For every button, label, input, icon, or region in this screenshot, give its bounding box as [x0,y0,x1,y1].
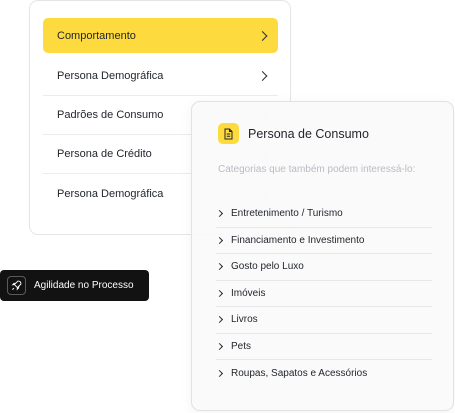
category-label: Pets [231,340,252,352]
persona-title: Persona de Consumo [248,126,369,141]
category-item-pets[interactable]: Pets [215,334,432,360]
menu-item-label: Persona Demográfica [57,70,164,82]
category-label: Gosto pelo Luxo [231,261,304,273]
category-item-entretenimento[interactable]: Entretenimento / Turismo [215,201,432,228]
category-item-roupas[interactable]: Roupas, Sapatos e Acessórios [215,360,432,387]
menu-item-label: Persona Demográfica [57,187,164,200]
category-label: Imóveis [231,287,266,299]
menu-item-comportamento[interactable]: Comportamento [43,18,278,53]
category-label: Financiamento e Investimento [231,234,365,246]
chevron-right-icon [257,30,268,41]
menu-item-persona-demografica[interactable]: Persona Demográfica [43,57,278,96]
persona-header: Persona de Consumo [218,123,369,144]
category-item-luxo[interactable]: Gosto pelo Luxo [215,254,432,281]
category-item-financiamento[interactable]: Financiamento e Investimento [215,228,432,254]
document-icon [218,123,239,144]
chevron-right-icon [215,316,224,324]
category-label: Entretenimento / Turismo [231,208,343,220]
chevron-right-icon [215,263,224,271]
chip-label: Agilidade no Processo [34,280,134,291]
menu-item-label: Persona de Crédito [57,148,152,160]
menu-item-label: Padrões de Consumo [57,109,164,121]
persona-subtitle: Categorias que também podem interessá-lo… [218,164,416,175]
category-label: Livros [231,314,258,326]
chevron-right-icon [215,210,224,218]
chevron-right-icon [215,289,224,297]
menu-item-label: Comportamento [57,29,136,42]
rocket-icon [7,276,26,295]
chevron-right-icon [257,71,268,81]
chevron-right-icon [215,369,224,377]
persona-card: Persona de Consumo Categorias que também… [191,101,454,411]
chevron-right-icon [215,236,224,244]
chevron-right-icon [215,342,224,350]
category-item-imoveis[interactable]: Imóveis [215,281,432,307]
category-label: Roupas, Sapatos e Acessórios [231,367,368,379]
category-list: Entretenimento / Turismo Financiamento e… [215,201,432,387]
agility-chip: Agilidade no Processo [0,270,149,301]
category-item-livros[interactable]: Livros [215,307,432,334]
